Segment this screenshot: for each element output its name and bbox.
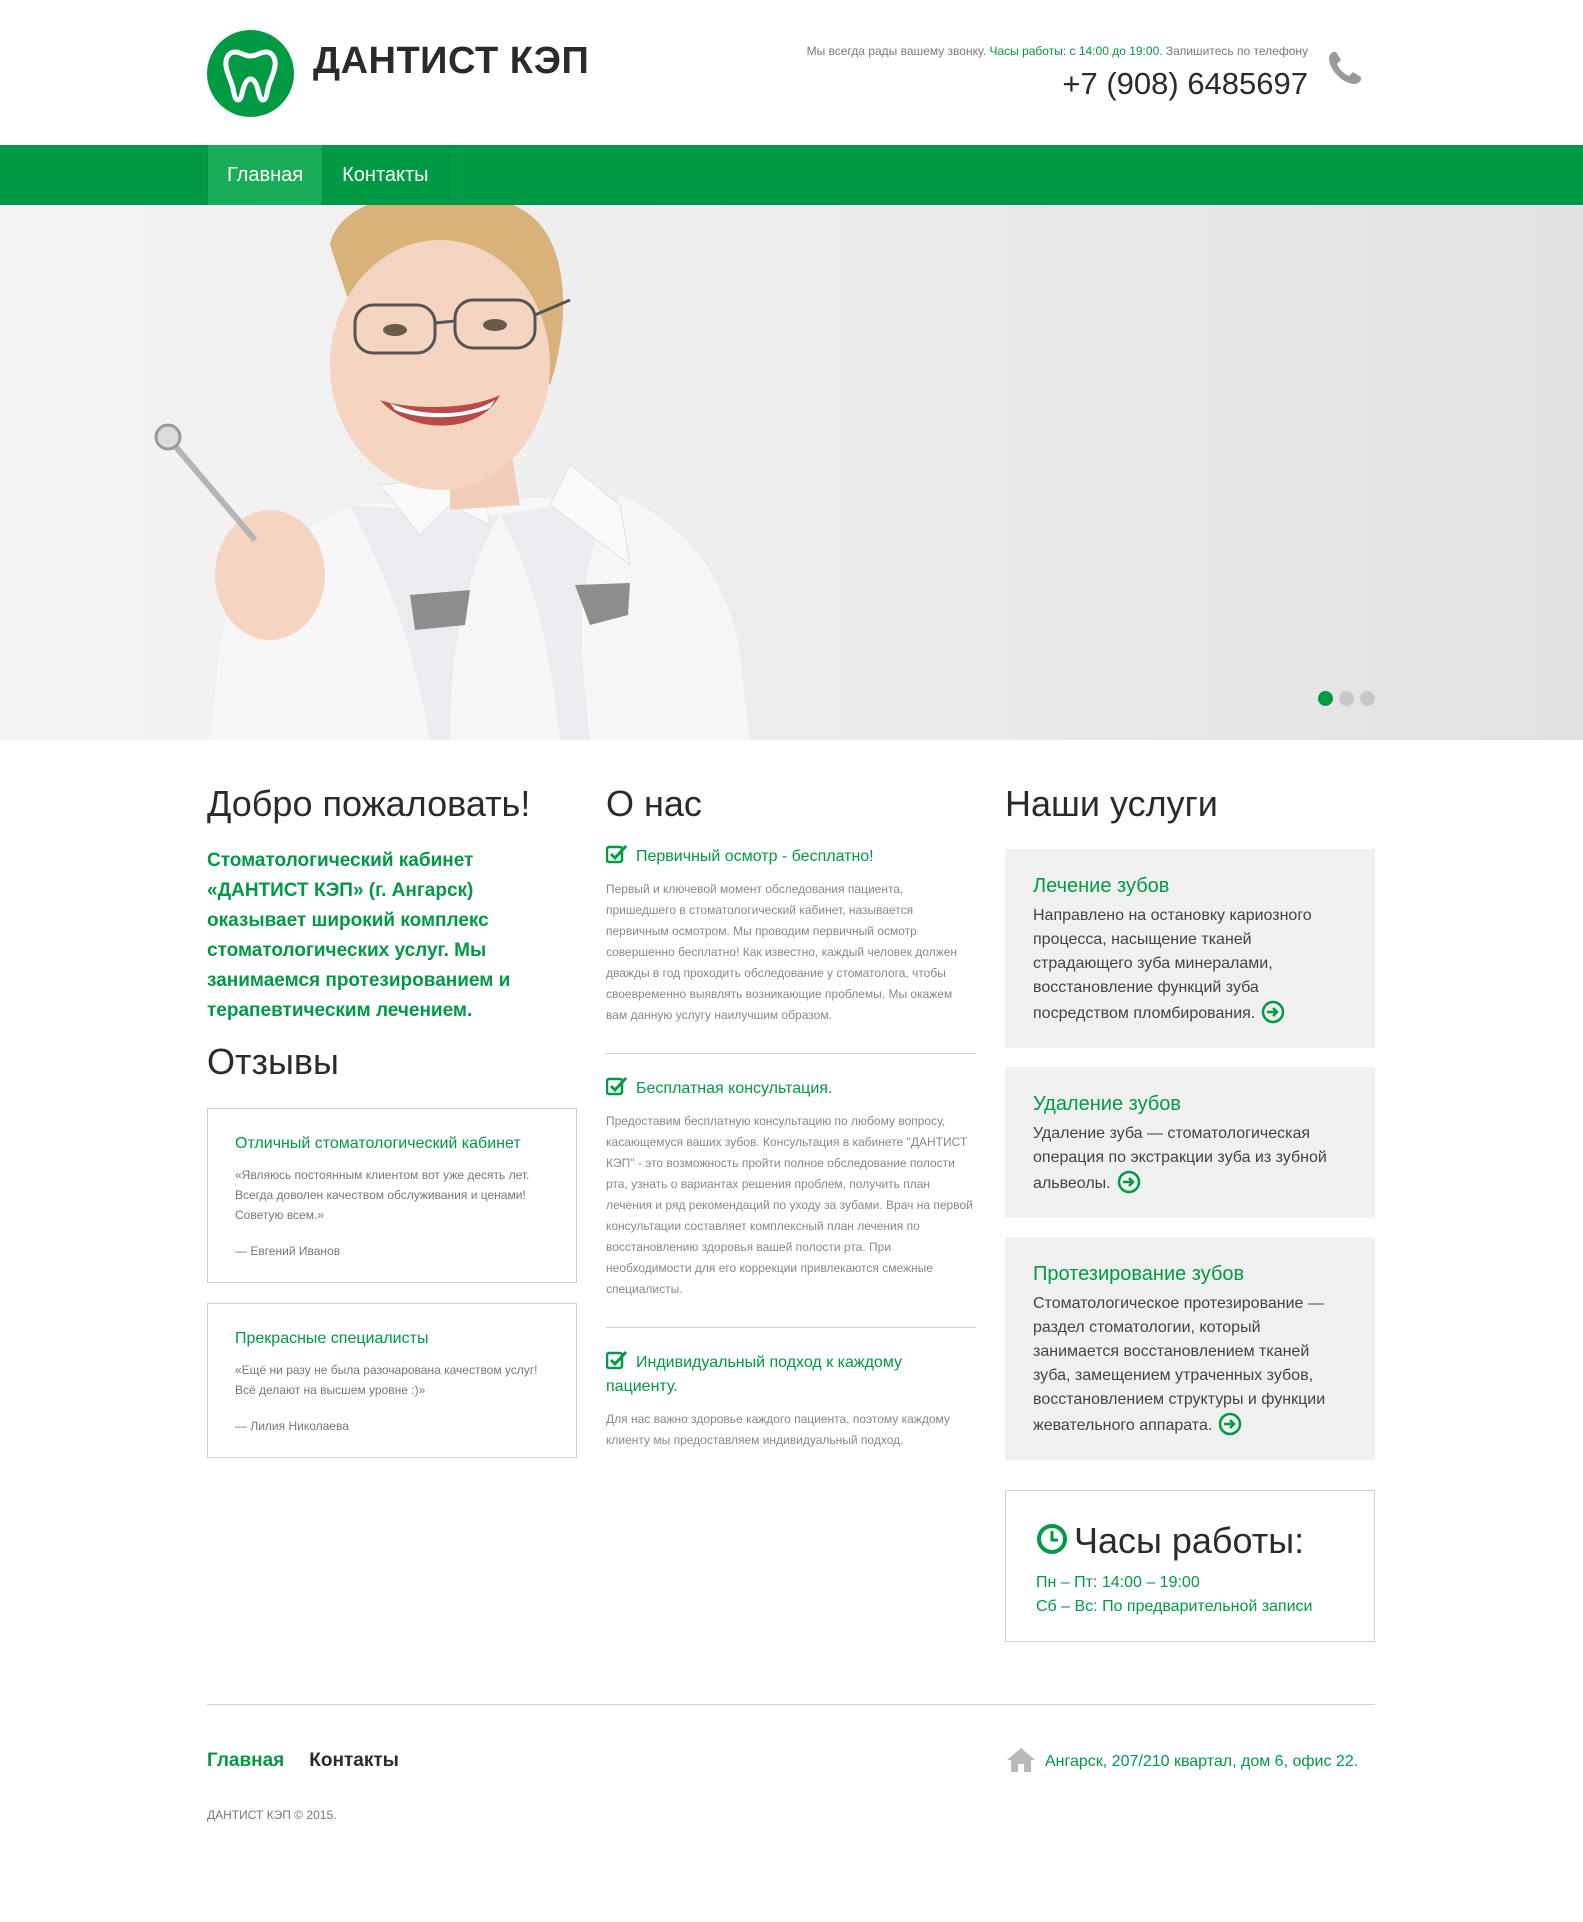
services-title: Наши услуги xyxy=(1005,783,1218,824)
hours-weekdays: Пн – Пт: 14:00 – 19:00 xyxy=(1036,1574,1200,1591)
review-title[interactable]: Прекрасные специалисты xyxy=(235,1330,549,1348)
arrow-right-circle-icon[interactable] xyxy=(1261,1000,1285,1024)
about-item-title: Индивидуальный подход к каждому пациенту… xyxy=(606,1354,902,1395)
logo[interactable] xyxy=(207,30,294,117)
address-text: Ангарск, 207/210 квартал, дом 6, офис 22… xyxy=(1045,1753,1359,1770)
check-icon xyxy=(606,844,628,864)
footer-divider xyxy=(207,1704,1375,1705)
main-navbar: Главная Контакты xyxy=(0,145,1583,205)
service-text: Удаление зуба — стоматологическая операц… xyxy=(1033,1122,1347,1196)
home-icon xyxy=(1007,1748,1035,1772)
about-item-text: Для нас важно здоровье каждого пациента,… xyxy=(606,1412,950,1447)
phone-icon xyxy=(1329,52,1361,84)
header: ДАНТИСТ КЭП Мы всегда рады вашему звонку… xyxy=(207,0,1375,145)
clock-icon xyxy=(1037,1524,1067,1554)
reviews-title: Отзывы xyxy=(207,1041,339,1082)
about-item: Первичный осмотр - бесплатно! Первый и к… xyxy=(606,828,976,1054)
hero-dentist-image xyxy=(154,205,750,740)
phone-number[interactable]: +7 (908) 6485697 xyxy=(1062,66,1308,102)
review-text: «Ещё ни разу не была разочарована качест… xyxy=(235,1363,538,1397)
review-author: — Евгений Иванов xyxy=(235,1244,341,1258)
service-description: Стоматологическое протезирование — разде… xyxy=(1033,1295,1326,1434)
about-column: О нас Первичный осмотр - бесплатно! Перв… xyxy=(606,780,976,1478)
hours-title: Часы работы: xyxy=(1074,1520,1305,1561)
service-title[interactable]: Лечение зубов xyxy=(1033,875,1347,898)
slider-dot-2[interactable] xyxy=(1339,691,1354,706)
tooth-icon xyxy=(223,49,278,103)
review-card: Отличный стоматологический кабинет «Явля… xyxy=(207,1108,577,1283)
site-title[interactable]: ДАНТИСТ КЭП xyxy=(313,40,589,83)
slider-dot-1[interactable] xyxy=(1318,691,1333,706)
check-icon xyxy=(606,1350,628,1370)
hero-slider xyxy=(0,205,1583,740)
welcome-column: Добро пожаловать! Стоматологический каби… xyxy=(207,780,577,1458)
service-card: Протезирование зубов Стоматологическое п… xyxy=(1005,1237,1375,1460)
slider-dots xyxy=(1318,691,1375,706)
about-item-heading: Первичный осмотр - бесплатно! xyxy=(606,844,976,869)
about-item: Бесплатная консультация. Предоставим бес… xyxy=(606,1054,976,1328)
about-item-text: Первый и ключевой момент обследования па… xyxy=(606,882,958,1022)
slider-dot-3[interactable] xyxy=(1360,691,1375,706)
about-item-text: Предоставим бесплатную консультацию по л… xyxy=(606,1114,973,1296)
service-card: Удаление зубов Удаление зуба — стоматоло… xyxy=(1005,1067,1375,1218)
header-info-hours: Часы работы: с 14:00 до 19:00. xyxy=(989,44,1163,58)
service-card: Лечение зубов Направлено на остановку ка… xyxy=(1005,849,1375,1048)
copyright: ДАНТИСТ КЭП © 2015. xyxy=(207,1808,337,1822)
about-title: О нас xyxy=(606,783,702,824)
about-item-title: Бесплатная консультация. xyxy=(636,1080,833,1097)
check-icon xyxy=(606,1076,628,1096)
hours-lines: Пн – Пт: 14:00 – 19:00 Сб – Вс: По предв… xyxy=(1036,1571,1344,1619)
review-card: Прекрасные специалисты «Ещё ни разу не б… xyxy=(207,1303,577,1458)
service-title[interactable]: Удаление зубов xyxy=(1033,1093,1347,1116)
header-info: Мы всегда рады вашему звонку. Часы работ… xyxy=(807,44,1308,58)
about-item-heading: Бесплатная консультация. xyxy=(606,1076,976,1101)
arrow-right-circle-icon[interactable] xyxy=(1218,1412,1242,1436)
footer-link-contacts[interactable]: Контакты xyxy=(309,1750,399,1772)
welcome-text: Стоматологический кабинет «ДАНТИСТ КЭП» … xyxy=(207,850,511,1021)
footer-link-home[interactable]: Главная xyxy=(207,1750,284,1772)
service-title[interactable]: Протезирование зубов xyxy=(1033,1263,1347,1286)
header-info-suffix: Запишитесь по телефону xyxy=(1165,44,1308,58)
welcome-title: Добро пожаловать! xyxy=(207,783,531,824)
nav-item-home[interactable]: Главная xyxy=(207,145,324,205)
hours-weekend: Сб – Вс: По предварительной записи xyxy=(1036,1598,1313,1615)
service-text: Направлено на остановку кариозного проце… xyxy=(1033,904,1347,1026)
footer-nav: Главная Контакты xyxy=(207,1750,399,1772)
nav-menu: Главная Контакты xyxy=(207,145,449,205)
nav-item-contacts[interactable]: Контакты xyxy=(323,145,449,205)
about-item-heading: Индивидуальный подход к каждому пациенту… xyxy=(606,1350,976,1399)
footer-address: Ангарск, 207/210 квартал, дом 6, офис 22… xyxy=(1005,1748,1375,1774)
review-text: «Являюсь постоянным клиентом вот уже дес… xyxy=(235,1168,530,1222)
review-author: — Лилия Николаева xyxy=(235,1419,349,1433)
about-item: Индивидуальный подход к каждому пациенту… xyxy=(606,1328,976,1478)
service-text: Стоматологическое протезирование — разде… xyxy=(1033,1292,1347,1438)
working-hours-box: Часы работы: Пн – Пт: 14:00 – 19:00 Сб –… xyxy=(1005,1490,1375,1642)
hours-heading: Часы работы: xyxy=(1036,1519,1344,1563)
service-description: Удаление зуба — стоматологическая операц… xyxy=(1033,1125,1327,1192)
header-info-prefix: Мы всегда рады вашему звонку. xyxy=(806,44,987,58)
services-column: Наши услуги Лечение зубов Направлено на … xyxy=(1005,780,1375,1642)
arrow-right-circle-icon[interactable] xyxy=(1117,1170,1141,1194)
about-item-title: Первичный осмотр - бесплатно! xyxy=(636,848,874,865)
review-title[interactable]: Отличный стоматологический кабинет xyxy=(235,1135,549,1153)
